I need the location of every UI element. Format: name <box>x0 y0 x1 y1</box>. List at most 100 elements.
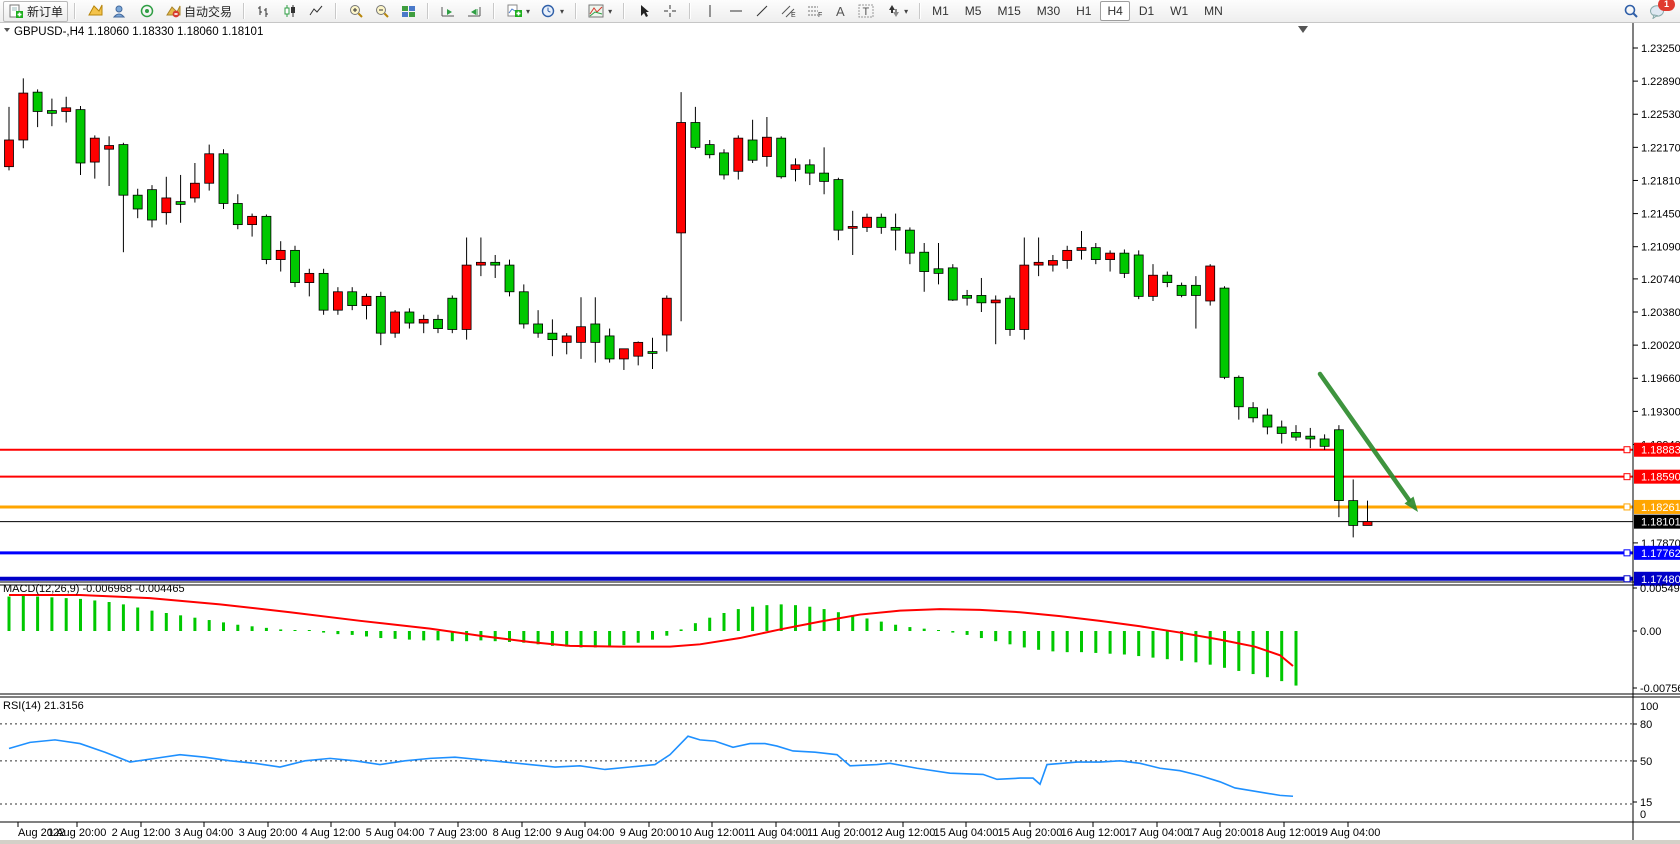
svg-text:16 Aug 12:00: 16 Aug 12:00 <box>1061 827 1126 839</box>
svg-text:9 Aug 20:00: 9 Aug 20:00 <box>620 827 679 839</box>
svg-text:GBPUSD-,H4 1.18060 1.18330 1.: GBPUSD-,H4 1.18060 1.18330 1.18060 1.181… <box>14 26 263 38</box>
svg-text:1.22890: 1.22890 <box>1641 76 1680 88</box>
new-order-label: 新订单 <box>27 3 63 20</box>
svg-text:10 Aug 12:00: 10 Aug 12:00 <box>680 827 745 839</box>
crosshair-icon[interactable] <box>657 1 683 21</box>
svg-text:-0.007562: -0.007562 <box>1640 683 1680 695</box>
timeframe-H1[interactable]: H1 <box>1069 1 1098 21</box>
fibonacci-icon[interactable]: F <box>801 1 827 21</box>
svg-text:8 Aug 12:00: 8 Aug 12:00 <box>493 827 552 839</box>
svg-text:0.005493: 0.005493 <box>1640 583 1680 595</box>
svg-text:1.18883: 1.18883 <box>1641 445 1680 457</box>
pane-frame <box>0 22 1680 844</box>
svg-text:1.20740: 1.20740 <box>1641 274 1680 286</box>
svg-text:3 Aug 20:00: 3 Aug 20:00 <box>239 827 298 839</box>
timeframe-W1[interactable]: W1 <box>1163 1 1195 21</box>
time-axis[interactable]: Aug 20221 Aug 20:002 Aug 12:003 Aug 04:0… <box>18 822 1380 839</box>
price-axis[interactable]: 1.232501.228901.225301.221701.218101.214… <box>1624 43 1680 821</box>
svg-text:0: 0 <box>1640 809 1646 821</box>
svg-text:100: 100 <box>1640 701 1658 713</box>
svg-text:80: 80 <box>1640 719 1652 731</box>
svg-text:1.22530: 1.22530 <box>1641 109 1680 121</box>
timeframe-list: M1M5M15M30H1H4D1W1MN <box>924 1 1231 21</box>
new-order-button[interactable]: 新订单 <box>3 1 68 22</box>
svg-text:1.18590: 1.18590 <box>1641 472 1680 484</box>
svg-text:1.21450: 1.21450 <box>1641 209 1680 221</box>
candlestick-chart-icon[interactable] <box>277 1 303 21</box>
svg-text:1.20020: 1.20020 <box>1641 340 1680 352</box>
svg-text:1.20380: 1.20380 <box>1641 307 1680 319</box>
line-chart-icon[interactable] <box>303 1 329 21</box>
svg-text:50: 50 <box>1640 756 1652 768</box>
svg-text:15 Aug 04:00: 15 Aug 04:00 <box>934 827 999 839</box>
svg-text:1.19300: 1.19300 <box>1641 406 1680 418</box>
mt4-window: 新订单 自动交易 <box>0 0 1680 844</box>
signals-icon[interactable] <box>134 1 160 21</box>
new-chart-icon[interactable] <box>82 1 108 21</box>
text-label-icon[interactable]: T <box>853 1 879 21</box>
equidistant-channel-icon[interactable]: E <box>775 1 801 21</box>
vertical-line-icon[interactable] <box>697 1 723 21</box>
zoom-out-icon[interactable] <box>369 1 395 21</box>
svg-text:2 Aug 12:00: 2 Aug 12:00 <box>112 827 171 839</box>
svg-text:MACD(12,26,9) -0.006968 -0.004: MACD(12,26,9) -0.006968 -0.004465 <box>3 583 185 595</box>
toolbar-separator <box>919 3 921 19</box>
svg-text:1.18101: 1.18101 <box>1641 517 1680 529</box>
add-indicator-icon <box>506 3 522 19</box>
main-toolbar: 新订单 自动交易 <box>0 0 1680 23</box>
templates-dropdown-arrow: ▾ <box>608 7 612 16</box>
svg-text:11 Aug 20:00: 11 Aug 20:00 <box>807 827 871 839</box>
svg-text:9 Aug 04:00: 9 Aug 04:00 <box>556 827 615 839</box>
svg-text:F: F <box>818 12 822 18</box>
timeframe-M30[interactable]: M30 <box>1030 1 1067 21</box>
arrows-dropdown-arrow: ▾ <box>904 7 908 16</box>
macd-pane <box>9 595 1296 686</box>
svg-text:1.21090: 1.21090 <box>1641 242 1680 254</box>
indicators-dropdown-arrow: ▾ <box>526 7 530 16</box>
svg-text:18 Aug 12:00: 18 Aug 12:00 <box>1252 827 1317 839</box>
chart-canvas[interactable]: 1.232501.228901.225301.221701.218101.214… <box>0 0 1680 844</box>
timeframe-M1[interactable]: M1 <box>925 1 956 21</box>
trendline-icon[interactable] <box>749 1 775 21</box>
svg-text:11 Aug 04:00: 11 Aug 04:00 <box>744 827 808 839</box>
timeframe-M5[interactable]: M5 <box>958 1 989 21</box>
toolbar-separator <box>427 3 429 19</box>
chart-shift-icon[interactable] <box>461 1 487 21</box>
candlesticks <box>5 78 1373 537</box>
chat-button[interactable]: 1 <box>1644 1 1670 21</box>
toolbar-separator <box>74 3 76 19</box>
rsi-pane <box>0 724 1633 804</box>
bar-chart-icon[interactable] <box>251 1 277 21</box>
svg-text:5 Aug 04:00: 5 Aug 04:00 <box>366 827 425 839</box>
timeframe-H4[interactable]: H4 <box>1100 1 1129 21</box>
text-icon[interactable]: A <box>827 1 853 21</box>
auto-scroll-icon[interactable] <box>435 1 461 21</box>
templates-button[interactable]: ▾ <box>583 1 617 21</box>
horizontal-line-icon[interactable] <box>723 1 749 21</box>
zoom-in-icon[interactable] <box>343 1 369 21</box>
timeframe-M15[interactable]: M15 <box>990 1 1027 21</box>
cursor-icon[interactable] <box>631 1 657 21</box>
arrows-tool-button[interactable]: ▾ <box>879 1 913 21</box>
search-icon[interactable] <box>1618 1 1644 21</box>
svg-text:T: T <box>863 6 870 18</box>
new-order-icon <box>8 3 24 19</box>
auto-trading-button[interactable]: 自动交易 <box>160 1 237 22</box>
timeframe-D1[interactable]: D1 <box>1132 1 1161 21</box>
toolbar-separator <box>623 3 625 19</box>
svg-text:7 Aug 23:00: 7 Aug 23:00 <box>429 827 488 839</box>
svg-text:1.17762: 1.17762 <box>1641 548 1680 560</box>
periods-button[interactable]: ▾ <box>535 1 569 21</box>
arrows-tool-icon <box>884 3 900 19</box>
auto-trading-icon <box>165 3 181 19</box>
toolbar-separator <box>575 3 577 19</box>
overlay-labels: GBPUSD-,H4 1.18060 1.18330 1.18060 1.181… <box>3 26 1308 712</box>
svg-text:1 Aug 20:00: 1 Aug 20:00 <box>48 827 107 839</box>
profiles-icon[interactable] <box>108 1 134 21</box>
notification-badge: 1 <box>1658 0 1675 11</box>
indicators-button[interactable]: ▾ <box>501 1 535 21</box>
timeframe-MN[interactable]: MN <box>1197 1 1230 21</box>
svg-text:1.21810: 1.21810 <box>1641 175 1680 187</box>
svg-text:15: 15 <box>1640 797 1652 809</box>
tile-windows-icon[interactable] <box>395 1 421 21</box>
